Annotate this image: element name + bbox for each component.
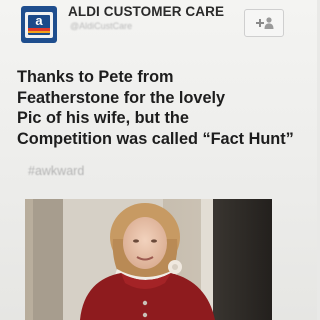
tweet-text-line: Featherstone for the lovely bbox=[17, 88, 226, 107]
aldi-logo-avatar[interactable]: a bbox=[21, 6, 57, 43]
attached-photo[interactable] bbox=[25, 199, 272, 320]
follow-button[interactable] bbox=[244, 9, 284, 37]
author-handle[interactable]: @AldiCustCare bbox=[70, 21, 132, 31]
tweet-text: Thanks to Pete from Featherstone for the… bbox=[17, 67, 312, 149]
tweet-text-line: Competition was called “Fact Hunt” bbox=[17, 129, 294, 148]
tweet-text-line: Pic of his wife, but the bbox=[17, 109, 189, 127]
tweet-card: a ALDI CUSTOMER CARE @AldiCustCare Thank… bbox=[0, 0, 317, 320]
tweet-text-line: Thanks to Pete from bbox=[17, 68, 174, 86]
follow-plus-icon bbox=[256, 17, 274, 29]
hashtag-link[interactable]: #awkward bbox=[28, 164, 84, 178]
author-name[interactable]: ALDI CUSTOMER CARE bbox=[68, 4, 224, 19]
